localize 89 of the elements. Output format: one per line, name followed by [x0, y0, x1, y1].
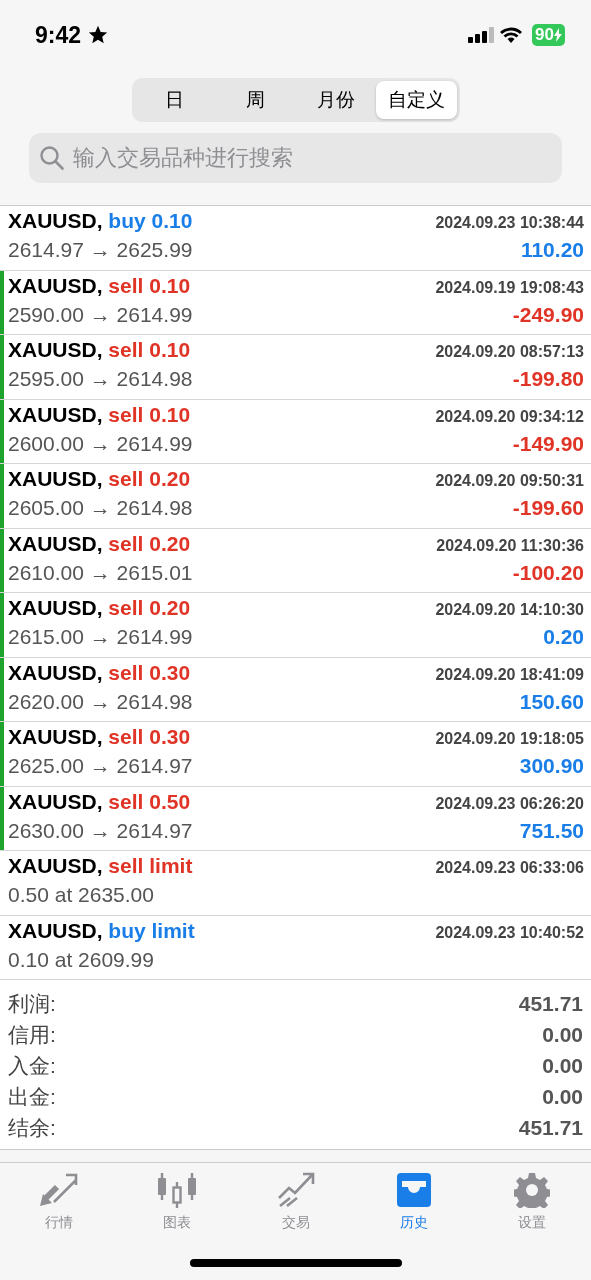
summary-label: 入金: [8, 1052, 56, 1079]
symbol-label: XAUUSD, [8, 918, 103, 942]
summary-value: 451.71 [518, 1115, 583, 1140]
symbol-label: XAUUSD, [8, 402, 103, 426]
profit-value: -199.80 [512, 367, 584, 391]
price-detail: 2620.00 → 2614.98 [8, 689, 193, 714]
trade-time: 2024.09.23 06:33:06 [435, 859, 584, 877]
trade-time: 2024.09.20 09:34:12 [435, 407, 584, 426]
trade-time: 2024.09.19 19:08:43 [435, 278, 584, 297]
symbol-label: XAUUSD, [8, 338, 103, 361]
period-tab[interactable]: 月份 [295, 81, 376, 119]
price-detail: 2605.00 → 2614.98 [8, 496, 193, 520]
search-icon [39, 145, 65, 171]
trade-action: sell 0.30 [108, 660, 191, 684]
trade-action: sell limit [108, 854, 193, 877]
candlestick-icon [157, 1172, 198, 1208]
profit-value: 150.60 [519, 689, 584, 714]
price-detail: 2610.00 → 2615.01 [8, 560, 193, 585]
symbol-label: XAUUSD, [8, 854, 103, 877]
signal-icon [468, 27, 495, 43]
trade-time: 2024.09.23 06:26:20 [435, 794, 584, 813]
star-icon [87, 24, 110, 46]
summary-label: 结余: [8, 1114, 56, 1141]
summary-value: 0.00 [542, 1053, 583, 1078]
price-detail: 2630.00 → 2614.97 [8, 818, 193, 843]
profit-value: -149.90 [512, 431, 584, 456]
summary-label: 出金: [8, 1083, 56, 1110]
period-tab[interactable]: 日 [134, 81, 215, 119]
trade-time: 2024.09.20 19:18:05 [435, 730, 584, 748]
profit-value: -199.60 [512, 496, 584, 520]
price-detail: 2614.97 → 2625.99 [8, 238, 193, 262]
charging-bolt-icon [554, 28, 562, 42]
trade-action: sell 0.10 [108, 338, 191, 361]
price-detail: 0.50 at 2635.00 [8, 883, 154, 907]
period-tab[interactable]: 周 [215, 81, 296, 119]
profit-value: 300.90 [519, 754, 584, 778]
profit-value: 110.20 [520, 238, 584, 262]
period-tab[interactable]: 自定义 [376, 81, 457, 119]
summary-value: 451.71 [518, 991, 583, 1016]
summary-label: 利润: [8, 990, 56, 1017]
profit-value: -100.20 [512, 560, 584, 585]
price-detail: 2590.00 → 2614.99 [8, 302, 193, 327]
profit-value: -249.90 [512, 302, 584, 327]
trend-arrow-icon [276, 1172, 315, 1208]
trade-time: 2024.09.23 10:40:52 [435, 923, 584, 942]
nav-tab[interactable]: 行情 [0, 1171, 119, 1233]
price-detail: 2595.00 → 2614.98 [8, 367, 193, 391]
trade-action: sell 0.50 [108, 789, 191, 813]
symbol-label: XAUUSD, [8, 725, 103, 748]
trade-time: 2024.09.23 10:38:44 [435, 214, 584, 232]
trade-action: sell 0.20 [108, 596, 191, 619]
settings-icon [513, 1172, 550, 1208]
nav-tab[interactable]: 设置 [472, 1171, 591, 1233]
nav-tab[interactable]: 图表 [118, 1171, 237, 1233]
inbox-tray-icon [394, 1172, 433, 1208]
nav-tab[interactable]: 历史 [354, 1171, 473, 1233]
trade-action: sell 0.30 [108, 725, 191, 748]
trade-action: sell 0.20 [108, 467, 191, 490]
profit-value: 751.50 [519, 818, 584, 843]
symbol-label: XAUUSD, [8, 531, 103, 555]
trade-time: 2024.09.20 14:10:30 [435, 601, 584, 619]
price-detail: 0.10 at 2609.99 [8, 947, 154, 972]
price-detail: 2600.00 → 2614.99 [8, 431, 193, 456]
price-detail: 2615.00 → 2614.99 [8, 625, 193, 649]
clock-time: 9:42 [35, 21, 82, 49]
symbol-label: XAUUSD, [8, 596, 103, 619]
wifi-icon [500, 27, 523, 43]
symbol-label: XAUUSD, [8, 273, 103, 297]
symbol-label: XAUUSD, [8, 209, 103, 232]
trade-action: sell 0.10 [108, 402, 191, 426]
price-detail: 2625.00 → 2614.97 [8, 754, 193, 778]
nav-tab[interactable]: 交易 [236, 1171, 355, 1233]
summary-value: 0.00 [542, 1022, 583, 1047]
summary-label: 信用: [8, 1021, 56, 1048]
summary-value: 0.00 [542, 1084, 583, 1109]
trade-action: buy 0.10 [108, 209, 193, 232]
trade-action: buy limit [108, 918, 195, 942]
trade-action: sell 0.20 [108, 531, 191, 555]
symbol-label: XAUUSD, [8, 660, 103, 684]
trade-time: 2024.09.20 18:41:09 [435, 665, 584, 684]
battery-level: 90 [535, 25, 554, 45]
trade-time: 2024.09.20 08:57:13 [435, 343, 584, 361]
search-field[interactable]: 输入交易品种进行搜索 [29, 133, 562, 183]
symbol-label: XAUUSD, [8, 467, 103, 490]
symbol-label: XAUUSD, [8, 789, 103, 813]
profit-value: 0.20 [543, 625, 584, 649]
trade-action: sell 0.10 [108, 273, 191, 297]
trade-time: 2024.09.20 09:50:31 [435, 472, 584, 490]
trade-time: 2024.09.20 11:30:36 [436, 536, 584, 555]
